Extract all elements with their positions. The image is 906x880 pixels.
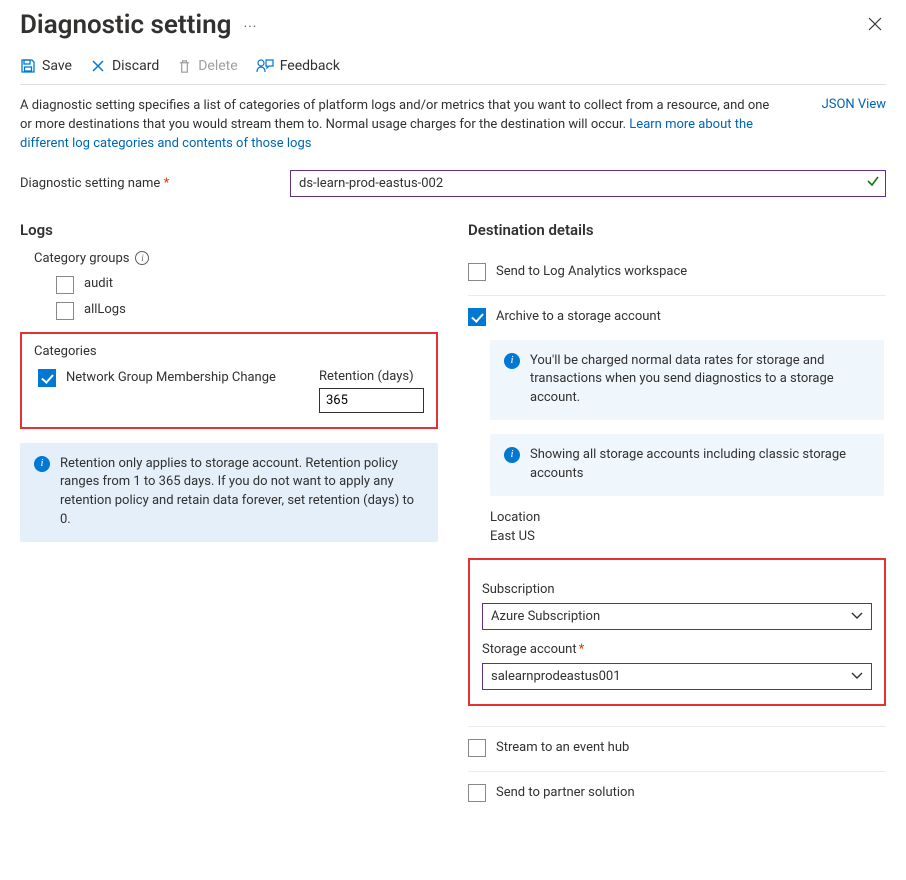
alllogs-checkbox[interactable] [56,302,74,320]
close-icon[interactable] [864,11,886,40]
chevron-down-icon [851,669,863,684]
storage-charge-alert: i You'll be charged normal data rates fo… [490,340,884,421]
info-icon: i [504,353,520,369]
event-hub-label: Stream to an event hub [496,740,629,755]
retention-note-text: Retention only applies to storage accoun… [60,455,424,530]
discard-icon [90,58,106,74]
storage-fields-highlight-box: Subscription Azure Subscription Storage … [468,558,886,706]
audit-label: audit [84,276,113,291]
discard-button[interactable]: Discard [90,58,159,74]
network-group-change-label: Network Group Membership Change [66,369,276,387]
feedback-button[interactable]: Feedback [256,58,340,74]
info-icon: i [504,447,520,463]
delete-button: Delete [177,58,237,74]
destination-heading: Destination details [468,221,886,239]
retention-info-alert: i Retention only applies to storage acco… [20,443,438,542]
info-icon: i [34,456,50,472]
discard-label: Discard [112,58,159,74]
setting-name-label: Diagnostic setting name * [20,176,290,191]
partner-checkbox[interactable] [468,784,486,802]
storage-label: Archive to a storage account [496,309,661,324]
location-value: East US [490,529,886,544]
partner-label: Send to partner solution [496,785,635,800]
setting-name-input[interactable] [290,170,886,197]
required-asterisk: * [164,176,170,191]
subscription-dropdown[interactable]: Azure Subscription [482,603,872,630]
chevron-down-icon [851,609,863,624]
logs-heading: Logs [20,221,438,239]
feedback-icon [256,58,274,74]
feedback-label: Feedback [280,58,340,74]
categories-highlight-box: Categories Network Group Membership Chan… [20,332,438,429]
event-hub-checkbox[interactable] [468,739,486,757]
log-analytics-checkbox[interactable] [468,263,486,281]
storage-checkbox[interactable] [468,308,486,326]
delete-icon [177,59,192,74]
info-icon[interactable]: i [135,251,149,265]
network-group-change-checkbox[interactable] [38,369,56,387]
alllogs-label: allLogs [84,302,126,317]
required-asterisk: * [579,642,585,657]
storage-account-label: Storage account * [482,642,872,657]
intro-paragraph: A diagnostic setting specifies a list of… [20,97,814,154]
storage-classic-text: Showing all storage accounts including c… [530,446,870,484]
validation-check-icon [866,174,880,192]
subscription-label: Subscription [482,582,872,597]
retention-label: Retention (days) [319,369,424,384]
storage-classic-alert: i Showing all storage accounts including… [490,434,884,496]
retention-input[interactable] [319,388,424,413]
storage-account-dropdown[interactable]: salearnprodeastus001 [482,663,872,690]
save-button[interactable]: Save [20,58,72,74]
log-analytics-label: Send to Log Analytics workspace [496,264,687,279]
audit-checkbox[interactable] [56,276,74,294]
subscription-value: Azure Subscription [491,609,600,624]
delete-label: Delete [198,58,237,74]
more-menu-icon[interactable]: ··· [237,19,263,35]
save-icon [20,58,36,74]
storage-account-value: salearnprodeastus001 [491,669,621,684]
categories-heading: Categories [34,344,424,359]
storage-charge-text: You'll be charged normal data rates for … [530,352,870,409]
location-label: Location [490,510,886,525]
json-view-link[interactable]: JSON View [822,97,886,112]
save-label: Save [42,58,72,74]
category-groups-heading: Category groups i [34,251,438,266]
page-title: Diagnostic setting [20,10,231,40]
